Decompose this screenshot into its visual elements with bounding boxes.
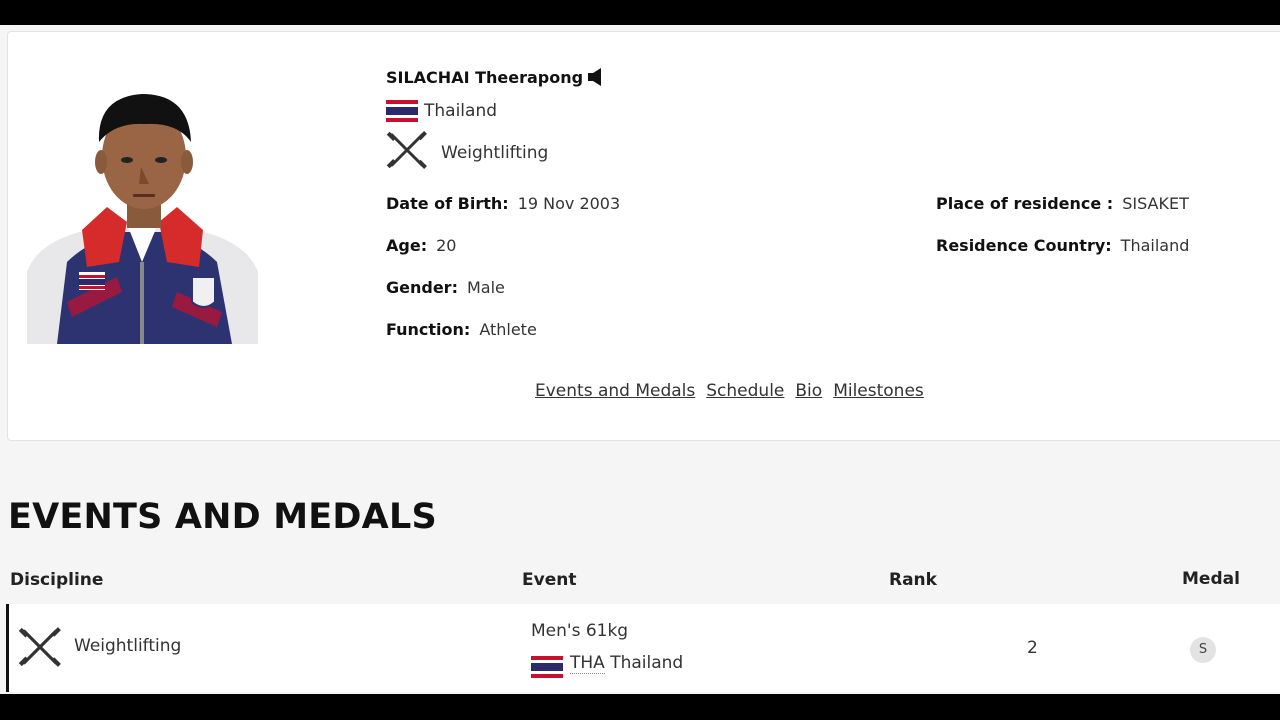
field-age: Age: 20	[386, 236, 457, 255]
field-function: Function: Athlete	[386, 320, 537, 339]
noc-code: THA	[570, 653, 605, 674]
row-rank: 2	[1027, 638, 1038, 658]
table-row[interactable]	[6, 604, 1280, 692]
header-discipline: Discipline	[10, 570, 104, 590]
field-gender: Gender: Male	[386, 278, 505, 297]
athlete-country-row: Thailand	[386, 100, 497, 122]
athlete-name: SILACHAI Theerapong	[386, 67, 584, 87]
athlete-sport-row: Weightlifting	[386, 129, 548, 176]
page: SILACHAI Theerapong Thailand Weightlifti…	[0, 25, 1280, 694]
row-event[interactable]: Men's 61kg	[531, 621, 628, 641]
speaker-icon[interactable]	[587, 67, 605, 87]
link-events-and-medals[interactable]: Events and Medals	[535, 381, 695, 401]
athlete-card: SILACHAI Theerapong Thailand Weightlifti…	[7, 31, 1280, 441]
header-medal: Medal	[1182, 569, 1240, 589]
field-date-of-birth: Date of Birth: 19 Nov 2003	[386, 194, 621, 213]
thailand-flag-icon	[386, 100, 418, 122]
link-schedule[interactable]: Schedule	[706, 381, 784, 401]
field-place-of-residence: Place of residence : SISAKET	[936, 194, 1189, 213]
noc-name: Thailand	[610, 653, 684, 673]
row-discipline: Weightlifting	[74, 636, 182, 656]
thailand-flag-icon	[531, 656, 563, 682]
athlete-photo	[27, 62, 258, 344]
weightlifting-icon	[386, 129, 428, 176]
link-milestones[interactable]: Milestones	[833, 381, 924, 401]
athlete-name-row: SILACHAI Theerapong	[386, 67, 605, 87]
field-residence-country: Residence Country: Thailand	[936, 236, 1190, 255]
header-rank: Rank	[889, 570, 937, 590]
header-event: Event	[522, 570, 577, 590]
silver-medal-badge: S	[1190, 637, 1216, 663]
link-bio[interactable]: Bio	[795, 381, 822, 401]
weightlifting-icon	[18, 625, 62, 673]
profile-nav-links: Events and Medals Schedule Bio Milestone…	[535, 381, 924, 401]
row-noc: THA Thailand	[570, 653, 684, 674]
athlete-country: Thailand	[424, 101, 498, 121]
section-title: EVENTS AND MEDALS	[8, 497, 437, 537]
athlete-sport: Weightlifting	[441, 142, 549, 163]
